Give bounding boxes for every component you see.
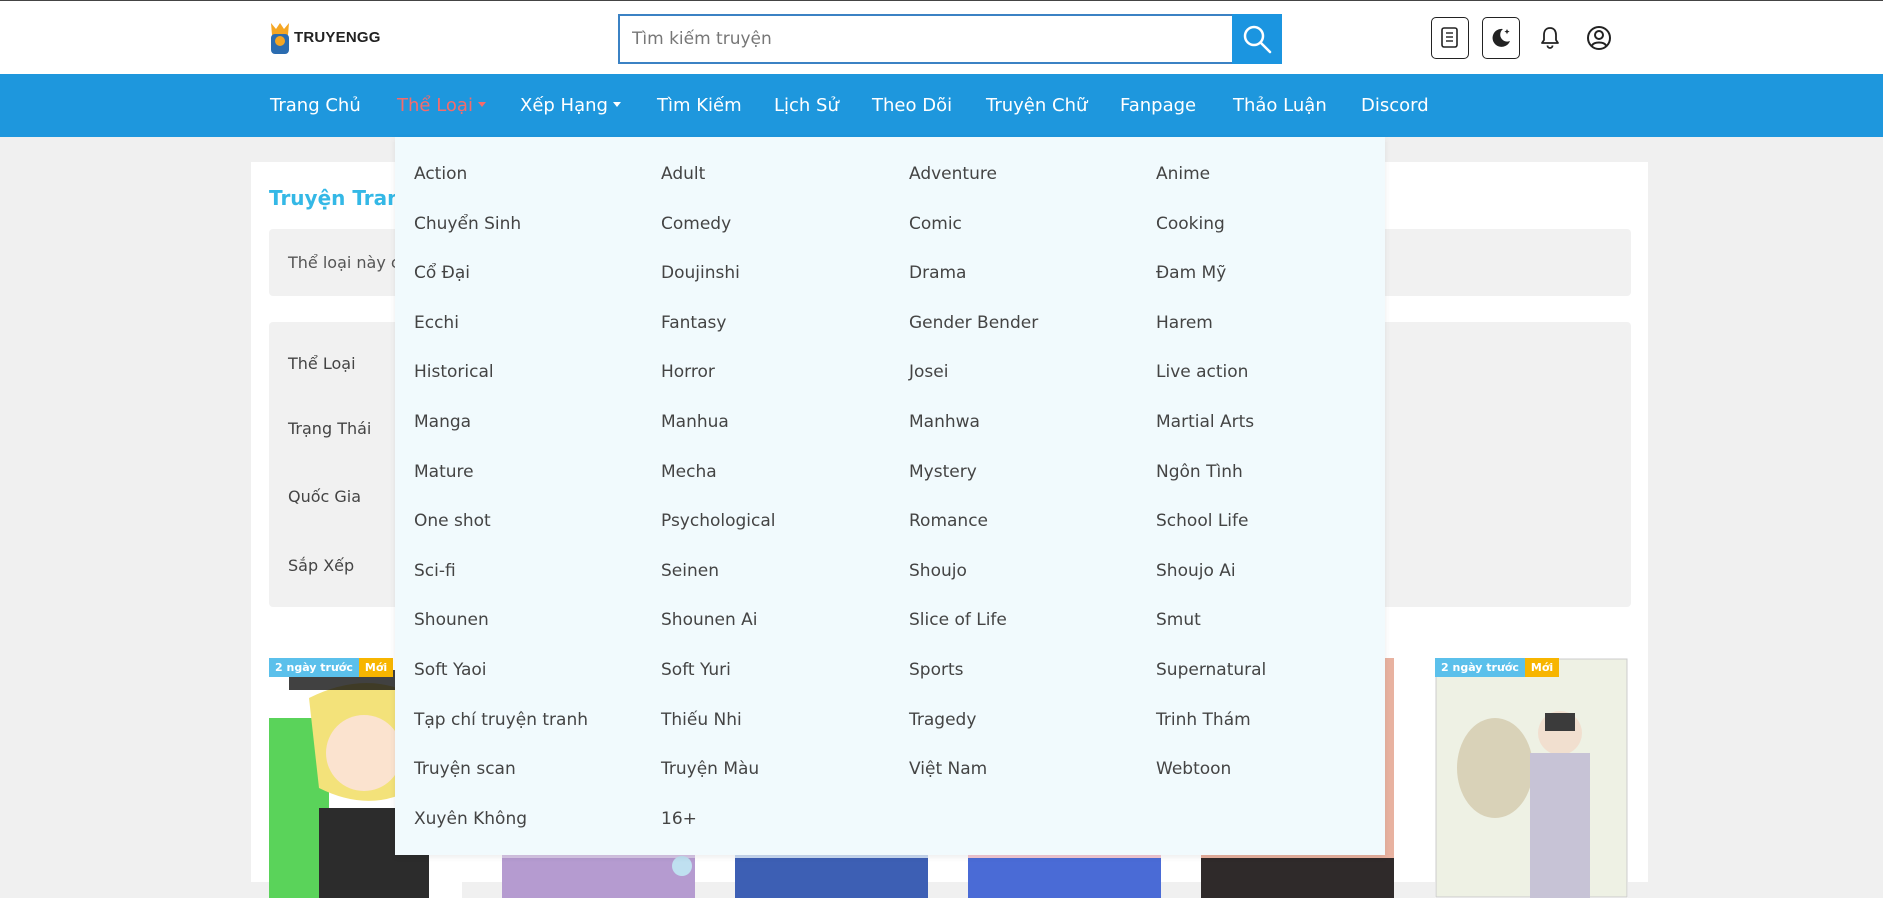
genre-menu-item[interactable]: Romance (909, 511, 988, 531)
site-header: TRUYENGG (0, 0, 1883, 74)
search-bar (618, 14, 1282, 64)
reading-list-icon (1441, 27, 1458, 48)
genre-menu-item[interactable]: Smut (1156, 610, 1201, 630)
genre-menu-item[interactable]: Martial Arts (1156, 412, 1254, 432)
nav-ranking[interactable]: Xếp Hạng (520, 74, 621, 137)
search-button[interactable] (1232, 14, 1282, 64)
new-badge: Mới (358, 658, 394, 677)
genre-menu-item[interactable]: Manhua (661, 412, 729, 432)
comic-cover-image (1435, 658, 1628, 898)
genre-menu-item[interactable]: Manhwa (909, 412, 980, 432)
genre-menu-item[interactable]: Action (414, 164, 467, 184)
genre-description: Thể loại này c (288, 253, 400, 272)
genre-menu-item[interactable]: Trinh Thám (1156, 710, 1251, 730)
genre-menu-item[interactable]: Shoujo Ai (1156, 561, 1236, 581)
nav-following[interactable]: Theo Dõi (872, 74, 952, 137)
user-icon (1587, 26, 1611, 50)
genre-menu-item[interactable]: Psychological (661, 511, 776, 531)
genre-menu-item[interactable]: Anime (1156, 164, 1210, 184)
genre-menu-item[interactable]: Ngôn Tình (1156, 462, 1243, 482)
genre-menu-item[interactable]: Mecha (661, 462, 717, 482)
search-icon (1243, 25, 1272, 54)
genre-menu-item[interactable]: Sports (909, 660, 964, 680)
genre-menu-item[interactable]: One shot (414, 511, 491, 531)
genre-menu-item[interactable]: 16+ (661, 809, 697, 829)
card-badges: 2 ngày trước Mới (1435, 658, 1560, 677)
genre-menu-item[interactable]: Mystery (909, 462, 977, 482)
genre-menu-item[interactable]: Horror (661, 362, 715, 382)
genre-menu-item[interactable]: Tạp chí truyện tranh (414, 710, 588, 730)
genre-menu-item[interactable]: Shounen Ai (661, 610, 758, 630)
genre-menu-item[interactable]: Mature (414, 462, 474, 482)
genre-menu-item[interactable]: Soft Yaoi (414, 660, 487, 680)
nav-genres[interactable]: Thể Loại (397, 74, 486, 137)
fox-logo-icon (268, 17, 292, 57)
genre-menu-item[interactable]: Supernatural (1156, 660, 1266, 680)
genre-menu-item[interactable]: Adventure (909, 164, 997, 184)
genre-menu-item[interactable]: Live action (1156, 362, 1248, 382)
update-time-badge: 2 ngày trước (269, 658, 359, 677)
genre-menu-item[interactable]: Adult (661, 164, 705, 184)
genre-menu-item[interactable]: Shoujo (909, 561, 967, 581)
genre-menu-item[interactable]: Xuyên Không (414, 809, 527, 829)
new-badge: Mới (1524, 658, 1560, 677)
filter-label-genre: Thể Loại (288, 354, 356, 373)
genre-menu-item[interactable]: Đam Mỹ (1156, 263, 1226, 283)
genre-menu-item[interactable]: Truyện scan (414, 759, 516, 779)
nav-novels[interactable]: Truyện Chữ (986, 74, 1087, 137)
notification-button[interactable] (1535, 23, 1565, 53)
genre-menu-item[interactable]: Soft Yuri (661, 660, 731, 680)
dark-mode-button[interactable] (1482, 17, 1520, 59)
genre-menu-item[interactable]: Webtoon (1156, 759, 1231, 779)
nav-search[interactable]: Tìm Kiếm (657, 74, 742, 137)
genre-menu-item[interactable]: Cổ Đại (414, 263, 470, 283)
genre-menu-item[interactable]: Tragedy (909, 710, 976, 730)
nav-fanpage[interactable]: Fanpage (1120, 74, 1196, 137)
comic-card[interactable]: 2 ngày trước Mới (1435, 658, 1628, 898)
genre-menu-item[interactable]: Seinen (661, 561, 719, 581)
genre-menu-item[interactable]: Manga (414, 412, 471, 432)
genre-dropdown-menu: Action Adult Adventure Anime Chuyển Sinh Come… (395, 137, 1385, 855)
logo-text: TRUYENGG (294, 28, 381, 46)
genre-menu-item[interactable]: Comic (909, 214, 962, 234)
genre-menu-item[interactable]: Truyện Màu (661, 759, 759, 779)
genre-menu-item[interactable]: Harem (1156, 313, 1213, 333)
search-input[interactable] (618, 14, 1232, 64)
card-badges: 2 ngày trước Mới (269, 658, 394, 677)
logo[interactable]: TRUYENGG (268, 17, 381, 57)
genre-menu-item[interactable]: Josei (909, 362, 948, 382)
genre-menu-item[interactable]: Sci-fi (414, 561, 456, 581)
dark-mode-icon (1492, 28, 1510, 47)
account-button[interactable] (1584, 23, 1614, 53)
reading-list-button[interactable] (1431, 17, 1469, 59)
genre-menu-item[interactable]: Slice of Life (909, 610, 1007, 630)
genre-menu-item[interactable]: Gender Bender (909, 313, 1038, 333)
nav-history[interactable]: Lịch Sử (774, 74, 839, 137)
genre-menu-item[interactable]: Comedy (661, 214, 731, 234)
genre-menu-item[interactable]: Historical (414, 362, 494, 382)
genre-menu-item[interactable]: Cooking (1156, 214, 1225, 234)
nav-discussion[interactable]: Thảo Luận (1233, 74, 1327, 137)
chevron-down-icon (477, 101, 486, 107)
genre-menu-item[interactable]: Drama (909, 263, 966, 283)
genre-menu-item[interactable]: Doujinshi (661, 263, 740, 283)
genre-menu-item[interactable]: Fantasy (661, 313, 726, 333)
page-title: Truyện Tranh (269, 186, 416, 210)
bell-icon (1541, 27, 1559, 49)
genre-menu-item[interactable]: School Life (1156, 511, 1248, 531)
chevron-down-icon (612, 101, 621, 107)
genre-menu-item[interactable]: Việt Nam (909, 759, 987, 779)
nav-home[interactable]: Trang Chủ (270, 74, 361, 137)
update-time-badge: 2 ngày trước (1435, 658, 1525, 677)
genre-menu-item[interactable]: Ecchi (414, 313, 459, 333)
filter-label-sort: Sắp Xếp (288, 556, 355, 575)
genre-menu-item[interactable]: Chuyển Sinh (414, 214, 521, 234)
nav-discord[interactable]: Discord (1361, 74, 1429, 137)
genre-menu-item[interactable]: Thiếu Nhi (661, 710, 742, 730)
filter-label-country: Quốc Gia (288, 487, 362, 506)
main-navbar: Trang Chủ Thể Loại Xếp Hạng Tìm Kiếm Lịc… (0, 74, 1883, 137)
genre-menu-item[interactable]: Shounen (414, 610, 489, 630)
filter-label-status: Trạng Thái (288, 419, 372, 438)
